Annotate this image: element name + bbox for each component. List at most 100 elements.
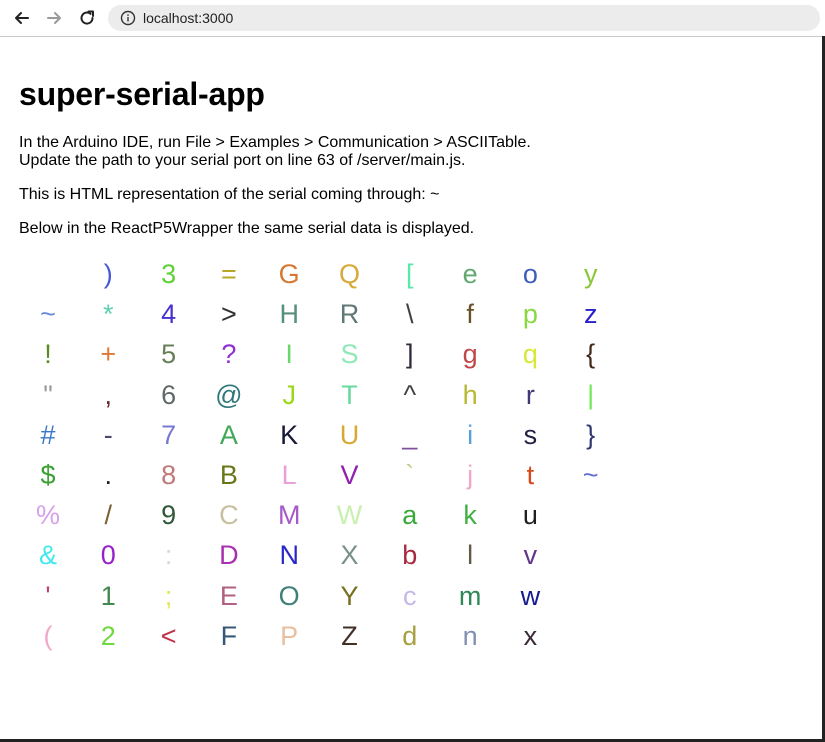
serial-char: z xyxy=(583,299,598,330)
serial-char: # xyxy=(40,419,56,450)
serial-char: n xyxy=(462,620,478,651)
serial-char: t xyxy=(526,460,535,490)
serial-char: d xyxy=(402,620,418,651)
serial-char: ! xyxy=(44,339,52,370)
serial-char: \ xyxy=(406,299,414,330)
serial-char: O xyxy=(278,580,300,611)
serial-char: > xyxy=(221,299,237,330)
serial-char: ] xyxy=(406,339,414,370)
serial-char: } xyxy=(586,419,596,450)
serial-char: J xyxy=(282,379,296,410)
serial-char: ~ xyxy=(582,460,599,490)
serial-char: E xyxy=(219,580,238,611)
serial-char: ? xyxy=(221,339,237,370)
serial-char: l xyxy=(467,540,474,571)
serial-char: e xyxy=(462,259,478,289)
serial-char: = xyxy=(221,259,237,289)
serial-char: / xyxy=(104,500,113,531)
serial-char: W xyxy=(336,500,363,531)
serial-char: H xyxy=(279,299,299,330)
serial-char: N xyxy=(279,540,299,571)
serial-char: T xyxy=(341,379,358,410)
serial-char: ) xyxy=(103,259,113,289)
serial-char: m xyxy=(458,580,482,611)
serial-char: 2 xyxy=(100,620,116,651)
serial-char: r xyxy=(525,379,535,410)
serial-char: 6 xyxy=(161,379,177,410)
serial-char: 8 xyxy=(161,460,177,490)
instruction-line-1: In the Arduino IDE, run File > Examples … xyxy=(19,134,531,151)
serial-char: : xyxy=(164,540,173,571)
serial-char: u xyxy=(522,500,538,531)
serial-char: c xyxy=(403,580,417,611)
serial-char: { xyxy=(586,339,596,370)
serial-char: ' xyxy=(45,580,51,611)
serial-char: M xyxy=(277,500,301,531)
serial-char: ; xyxy=(164,580,173,611)
serial-char: j xyxy=(467,460,474,490)
serial-char: ( xyxy=(43,620,53,651)
serial-html-line: This is HTML representation of the seria… xyxy=(19,186,440,203)
serial-char: | xyxy=(587,379,595,410)
serial-char: q xyxy=(522,339,538,370)
page-title: super-serial-app xyxy=(19,76,265,112)
forward-arrow-icon[interactable] xyxy=(43,7,65,29)
serial-char: s xyxy=(523,419,538,450)
serial-char: . xyxy=(104,460,113,490)
instruction-line-2: Update the path to your serial port on l… xyxy=(19,152,466,169)
serial-char: X xyxy=(340,540,359,571)
serial-char: 1 xyxy=(100,580,116,611)
serial-char: Y xyxy=(340,580,359,611)
serial-char: k xyxy=(463,500,477,531)
url-text[interactable]: localhost:3000 xyxy=(143,10,233,26)
reload-icon[interactable] xyxy=(76,7,98,29)
serial-char: * xyxy=(103,299,114,330)
serial-char: a xyxy=(402,500,418,531)
serial-char: 0 xyxy=(100,540,116,571)
serial-char: - xyxy=(103,419,113,450)
back-arrow-icon[interactable] xyxy=(11,7,33,29)
serial-char: B xyxy=(219,460,238,490)
info-icon[interactable] xyxy=(120,10,136,26)
serial-char: p xyxy=(522,299,538,330)
address-bar[interactable]: localhost:3000 xyxy=(108,5,820,31)
serial-char: 7 xyxy=(161,419,177,450)
serial-char: Z xyxy=(341,620,358,651)
serial-char: & xyxy=(38,540,57,571)
serial-char: 5 xyxy=(161,339,177,370)
serial-char: R xyxy=(339,299,360,330)
serial-char: I xyxy=(285,339,293,370)
serial-char: L xyxy=(281,460,297,490)
serial-char: ~ xyxy=(40,299,56,330)
serial-char: o xyxy=(522,259,538,289)
serial-char: ^ xyxy=(403,379,417,410)
serial-char: " xyxy=(43,379,53,410)
serial-char: P xyxy=(280,620,299,651)
serial-char: , xyxy=(104,379,113,410)
serial-char: v xyxy=(523,540,538,571)
serial-char: i xyxy=(467,419,474,450)
serial-char: @ xyxy=(215,379,243,410)
serial-char: 4 xyxy=(161,299,177,330)
serial-char: + xyxy=(100,339,117,370)
serial-char: Q xyxy=(338,259,360,289)
browser-toolbar: localhost:3000 xyxy=(0,0,825,37)
serial-char: _ xyxy=(402,419,418,450)
serial-char: f xyxy=(466,299,474,330)
wrapper-note-line: Below in the ReactP5Wrapper the same ser… xyxy=(19,220,475,237)
serial-char: D xyxy=(219,540,239,571)
serial-char: x xyxy=(523,620,538,651)
serial-char: w xyxy=(520,580,541,611)
serial-char: 9 xyxy=(161,500,177,531)
serial-char: U xyxy=(339,419,360,450)
serial-char: V xyxy=(340,460,359,490)
serial-char: A xyxy=(219,419,238,450)
serial-char: 3 xyxy=(161,259,177,289)
serial-char: g xyxy=(462,339,478,370)
serial-char: C xyxy=(219,500,239,531)
serial-char: $ xyxy=(40,460,56,490)
serial-char: < xyxy=(160,620,177,651)
serial-char: F xyxy=(220,620,238,651)
serial-char: S xyxy=(340,339,359,370)
serial-char: ` xyxy=(405,460,415,490)
